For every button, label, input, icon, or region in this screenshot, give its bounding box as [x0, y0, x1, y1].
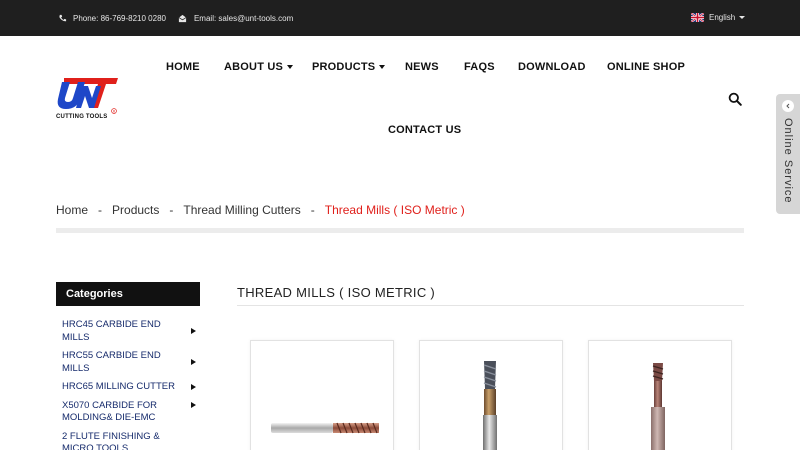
search-icon[interactable]: [728, 92, 742, 106]
site-logo[interactable]: R CUTTING TOOLS: [56, 74, 120, 124]
category-label: HRC45 CARBIDE END MILLS: [62, 319, 161, 343]
breadcrumb-products[interactable]: Products: [112, 203, 159, 217]
breadcrumb-home[interactable]: Home: [56, 203, 88, 217]
collapse-icon[interactable]: [782, 100, 794, 112]
breadcrumb-separator: -: [169, 203, 174, 217]
breadcrumb: Home - Products - Thread Milling Cutters…: [56, 203, 465, 217]
top-bar: Phone: 86-769-8210 0280 Email: sales@unt…: [0, 0, 800, 36]
caret-down-icon: [379, 65, 386, 69]
language-label: English: [709, 13, 736, 22]
language-selector[interactable]: English: [691, 13, 746, 22]
expand-arrow-icon[interactable]: [191, 384, 196, 390]
breadcrumb-separator: -: [310, 203, 315, 217]
nav-download[interactable]: DOWNLOAD: [518, 61, 586, 73]
title-divider: [237, 305, 744, 306]
breadcrumb-separator: -: [98, 203, 103, 217]
category-item[interactable]: HRC65 MILLING CUTTER: [56, 378, 200, 397]
nav-home[interactable]: HOME: [166, 61, 200, 73]
caret-down-icon: [287, 65, 294, 69]
email-link[interactable]: Email: sales@unt-tools.com: [194, 14, 293, 23]
expand-arrow-icon[interactable]: [191, 328, 196, 334]
breadcrumb-divider: [56, 228, 744, 233]
category-label: HRC65 MILLING CUTTER: [62, 381, 175, 392]
chevron-down-icon: [739, 16, 746, 19]
category-label: 2 FLUTE FINISHING & MICRO TOOLS: [62, 430, 160, 450]
nav-products[interactable]: PRODUCTS: [312, 61, 386, 73]
breadcrumb-thread-milling-cutters[interactable]: Thread Milling Cutters: [183, 203, 300, 217]
uk-flag-icon: [691, 13, 704, 22]
online-service-tab[interactable]: Online Service: [776, 94, 800, 214]
product-image: [651, 363, 665, 450]
product-card[interactable]: [419, 340, 563, 450]
nav-faqs[interactable]: FAQS: [464, 61, 495, 73]
category-item[interactable]: HRC45 CARBIDE END MILLS: [56, 316, 200, 347]
product-card[interactable]: [250, 340, 394, 450]
category-list: HRC45 CARBIDE END MILLS HRC55 CARBIDE EN…: [56, 316, 200, 450]
page-title: THREAD MILLS ( ISO METRIC ): [237, 285, 436, 300]
phone-text: Phone: 86-769-8210 0280: [73, 13, 166, 23]
category-item[interactable]: HRC55 CARBIDE END MILLS: [56, 347, 200, 378]
product-image: [483, 361, 497, 450]
contact-info: Phone: 86-769-8210 0280 Email: sales@unt…: [57, 13, 305, 23]
category-item[interactable]: X5070 CARBIDE FOR MOLDING& DIE-EMC: [56, 397, 200, 428]
email-icon: [178, 13, 188, 23]
breadcrumb-current: Thread Mills ( ISO Metric ): [324, 203, 465, 217]
phone-icon: [57, 13, 67, 23]
expand-arrow-icon[interactable]: [191, 401, 196, 408]
product-card[interactable]: [588, 340, 732, 450]
online-service-label: Online Service: [782, 118, 794, 204]
category-item[interactable]: 2 FLUTE FINISHING & MICRO TOOLS: [56, 428, 200, 450]
expand-arrow-icon[interactable]: [191, 359, 196, 365]
category-label: X5070 CARBIDE FOR MOLDING& DIE-EMC: [62, 399, 158, 424]
nav-online-shop[interactable]: ONLINE SHOP: [607, 61, 685, 73]
category-label: HRC55 CARBIDE END MILLS: [62, 350, 161, 374]
nav-contact-us[interactable]: CONTACT US: [388, 124, 461, 136]
nav-about-us[interactable]: ABOUT US: [224, 61, 294, 73]
logo-subtitle: CUTTING TOOLS: [56, 114, 108, 120]
product-image: [271, 422, 379, 434]
nav-news[interactable]: NEWS: [405, 61, 439, 73]
categories-heading: Categories: [56, 282, 200, 306]
